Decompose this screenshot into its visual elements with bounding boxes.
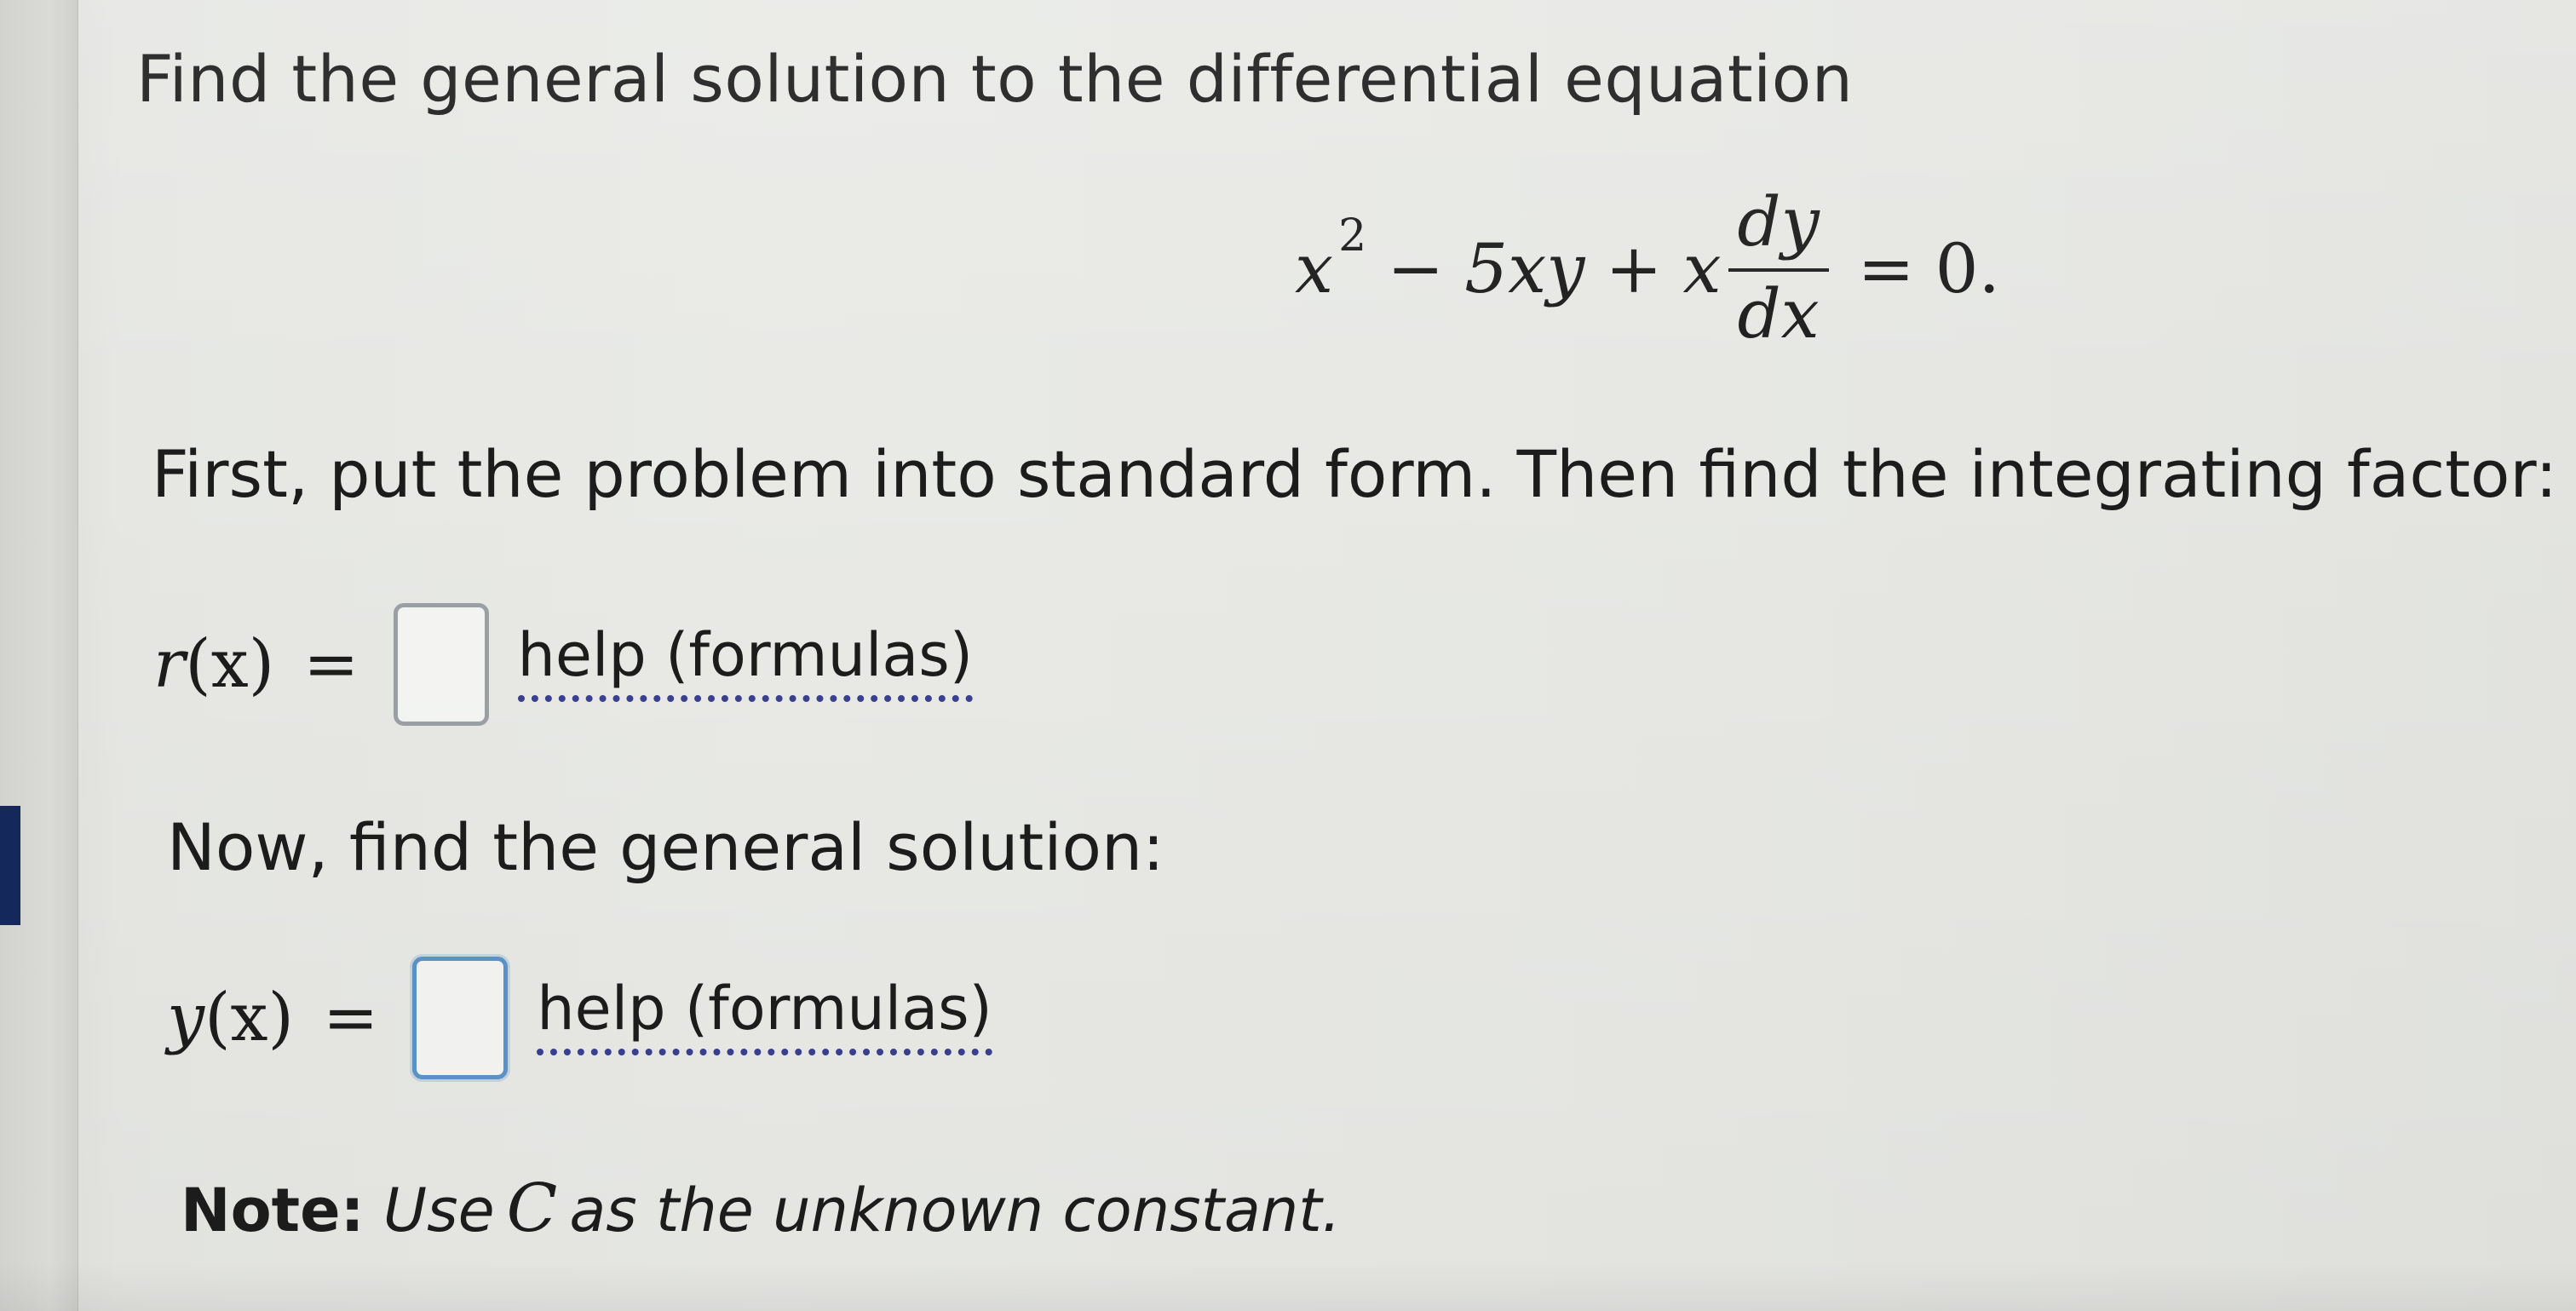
equation-plus: +	[1605, 228, 1663, 308]
differential-equation: x 2 − 5xy + x dy dx = 0.	[1295, 170, 2000, 366]
y-of-x-label: y(x) =	[167, 980, 378, 1056]
equation-x: x	[1295, 228, 1334, 308]
r-of-x-label: r(x) =	[153, 626, 359, 703]
general-solution-row: y(x) = help (formulas)	[167, 950, 992, 1086]
problem-prompt: Find the general solution to the differe…	[136, 41, 1854, 117]
help-formulas-link-r[interactable]: help (formulas)	[517, 620, 974, 702]
equation-term-5xy: 5xy	[1464, 228, 1585, 308]
help-formulas-link-y[interactable]: help (formulas)	[537, 974, 992, 1055]
y-func-arg: (x)	[204, 980, 294, 1056]
derivative-fraction: dy dx	[1728, 188, 1829, 348]
step1-instruction: First, put the problem into standard for…	[152, 436, 2557, 512]
fraction-numerator: dy	[1737, 182, 1820, 262]
note-constant: C	[506, 1170, 558, 1247]
r-func-name: r	[153, 626, 186, 703]
note-text-before: Use	[382, 1176, 495, 1245]
side-tab-marker[interactable]	[0, 806, 20, 925]
equation-rhs: 0.	[1935, 228, 2000, 308]
left-panel-edge	[0, 0, 78, 1311]
bottom-shadow	[0, 1261, 2576, 1311]
fraction-denominator: dx	[1737, 274, 1820, 354]
r-equals: =	[303, 626, 359, 703]
r-func-arg: (x)	[185, 626, 275, 703]
equation-x-coefficient: x	[1682, 228, 1722, 308]
general-solution-input[interactable]	[412, 957, 509, 1079]
y-func-name: y	[167, 980, 205, 1056]
step2-instruction: Now, find the general solution:	[167, 809, 1164, 885]
note-text-after: as the unknown constant.	[569, 1176, 1341, 1245]
integrating-factor-row: r(x) = help (formulas)	[153, 596, 974, 733]
equation-minus: −	[1387, 228, 1445, 308]
note: Note: Use Cas the unknown constant.	[181, 1170, 1341, 1247]
y-equals: =	[322, 980, 379, 1056]
note-label: Note:	[181, 1176, 365, 1245]
integrating-factor-input[interactable]	[393, 603, 489, 726]
equation-exponent: 2	[1338, 210, 1367, 262]
equation-equals: =	[1857, 228, 1915, 308]
